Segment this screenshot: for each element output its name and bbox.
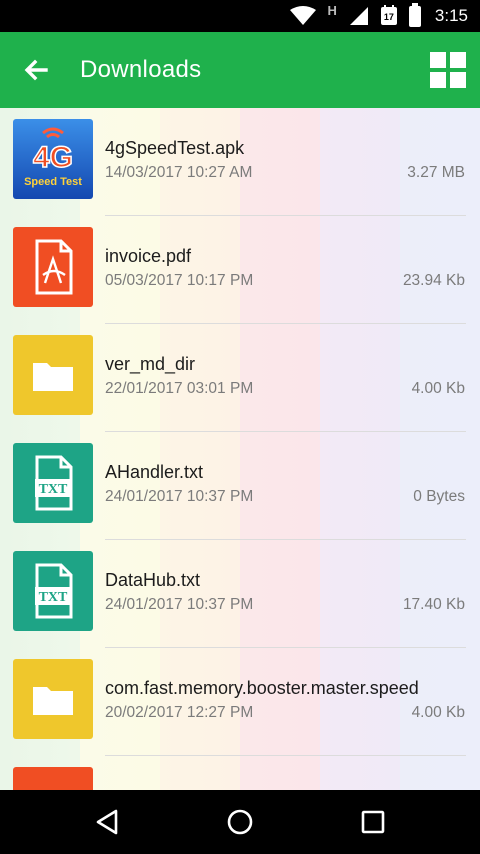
apk-app-icon: 4G Speed Test (13, 119, 93, 199)
nav-back-icon (96, 809, 118, 835)
list-item[interactable]: com.fast.memory.booster.master.speed 20/… (0, 648, 480, 756)
page-title: Downloads (80, 56, 202, 83)
network-type-label: H (327, 2, 337, 18)
folder-icon (13, 659, 93, 739)
nav-back-button[interactable] (90, 804, 126, 840)
calendar-day: 17 (383, 12, 394, 22)
folder-icon (13, 335, 93, 415)
list-item[interactable]: invoice.pdf 05/03/2017 10:17 PM 23.94 Kb (0, 216, 480, 324)
battery-icon (408, 2, 421, 27)
nav-home-icon (227, 809, 253, 835)
pdf-file-icon (13, 227, 93, 307)
file-size: 4.00 Kb (411, 380, 465, 397)
apk-thumb-subtitle: Speed Test (24, 176, 82, 188)
file-date: 22/01/2017 03:01 PM (105, 380, 254, 397)
file-date: 24/01/2017 10:37 PM (105, 596, 254, 613)
list-item[interactable]: ver_md_dir 22/01/2017 03:01 PM 4.00 Kb (0, 324, 480, 432)
file-name: DataHub.txt (105, 570, 201, 590)
grid-view-icon (430, 52, 446, 68)
status-bar: H 17 3:15 (0, 0, 480, 32)
file-date: 24/01/2017 10:37 PM (105, 488, 254, 505)
file-size: 17.40 Kb (402, 596, 465, 613)
file-date: 05/03/2017 10:17 PM (105, 272, 254, 289)
txt-thumb-label: TXT (39, 590, 68, 605)
file-size: 3.27 MB (407, 164, 465, 181)
back-arrow-icon (24, 59, 48, 81)
file-name: ver_md_dir (105, 354, 196, 374)
list-item[interactable]: TXT AHandler.txt 24/01/2017 10:37 PM 0 B… (0, 432, 480, 540)
grid-view-button[interactable] (430, 52, 466, 88)
list-item[interactable] (0, 756, 480, 790)
txt-file-icon: TXT (13, 443, 93, 523)
apk-thumb-title: 4G (33, 141, 73, 174)
nav-recents-button[interactable] (355, 804, 391, 840)
file-list: 4G Speed Test 4gSpeedTest.apk 14/03/2017… (0, 108, 480, 790)
list-item[interactable]: 4G Speed Test 4gSpeedTest.apk 14/03/2017… (0, 108, 480, 216)
txt-file-icon: TXT (13, 551, 93, 631)
file-date: 14/03/2017 10:27 AM (105, 164, 253, 181)
calendar-icon: 17 (380, 5, 397, 25)
file-name: com.fast.memory.booster.master.speed (105, 678, 419, 698)
pdf-file-icon (13, 767, 93, 790)
list-item[interactable]: TXT DataHub.txt 24/01/2017 10:37 PM 17.4… (0, 540, 480, 648)
clock: 3:15 (434, 6, 468, 25)
app-bar: Downloads (0, 32, 480, 108)
wifi-icon (289, 6, 316, 25)
navigation-bar (0, 790, 480, 854)
back-button[interactable] (18, 52, 54, 88)
file-size: 0 Bytes (413, 488, 465, 505)
file-name: invoice.pdf (105, 246, 192, 266)
txt-thumb-label: TXT (39, 482, 68, 497)
nav-home-button[interactable] (222, 804, 258, 840)
nav-recents-icon (361, 810, 385, 834)
signal-icon (349, 7, 368, 25)
file-name: 4gSpeedTest.apk (105, 138, 245, 158)
file-name: AHandler.txt (105, 462, 204, 482)
file-size: 4.00 Kb (411, 704, 465, 721)
file-size: 23.94 Kb (402, 272, 465, 289)
file-date: 20/02/2017 12:27 PM (105, 704, 254, 721)
